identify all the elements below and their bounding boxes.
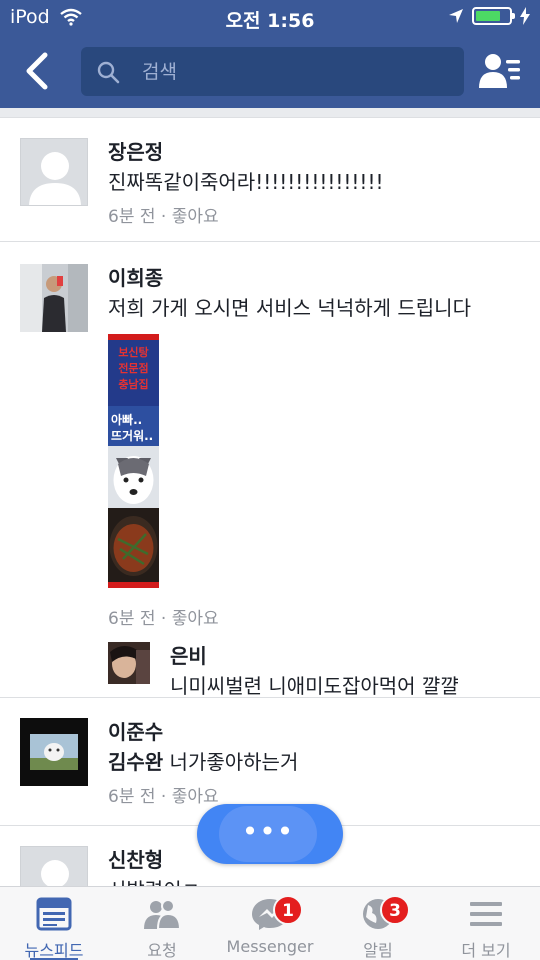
restaurant-banner-image: 보신탕 전문점 충남집 아빠.. 뜨거워.. [108,334,159,588]
bottom-tab-bar: 뉴스피드 요청 1 Messenger 3 알림 더 보기 [0,886,540,960]
default-avatar[interactable] [20,138,88,206]
tab-news-feed[interactable]: 뉴스피드 [0,887,108,960]
notifications-badge: 3 [380,895,410,925]
tab-label: 뉴스피드 [24,941,84,960]
tab-label: Messenger [226,937,314,956]
messenger-badge: 1 [273,895,303,925]
comment-item: 이희종 저희 가게 오시면 서비스 넉넉하게 드립니다 보신탕 전문점 충남집 … [0,242,540,698]
search-box[interactable] [81,47,464,96]
default-profile-icon [41,860,69,886]
profile-photo [20,718,88,786]
meta-separator: · [155,207,172,227]
search-input[interactable] [142,60,422,83]
meta-separator: · [155,787,172,807]
reply-avatar[interactable] [108,642,150,684]
location-arrow-icon [449,9,463,23]
navigation-bar [0,34,540,108]
svg-text:보신탕: 보신탕 [118,345,148,359]
tagged-friend-link[interactable]: 김수완 [108,750,163,774]
comment-meta: 6분 전 · 좋아요 [108,604,219,629]
comment-text: 시발련이ㅋ· [108,874,206,886]
meta-separator: · [155,609,172,629]
svg-text:전문점: 전문점 [118,361,148,375]
menu-icon [470,902,502,926]
back-arrow-icon[interactable] [18,50,58,92]
tab-friend-requests[interactable]: 요청 [108,887,216,960]
comment-text: 진짜똑같이죽어라!!!!!!!!!!!!!!!! [108,170,384,194]
battery-cap [512,13,515,19]
status-right [448,7,530,25]
like-link[interactable]: 좋아요 [172,787,219,807]
comment-time: 6분 전 [108,787,156,807]
comment-meta: 6분 전 · 좋아요 [108,782,219,807]
tab-label: 알림 [363,941,393,960]
comment-item: 장은정 진짜똑같이죽어라!!!!!!!!!!!!!!!! 6분 전 · 좋아요 [0,118,540,242]
commenter-name[interactable]: 장은정 [108,136,163,165]
comments-list[interactable]: 장은정 진짜똑같이죽어라!!!!!!!!!!!!!!!! 6분 전 · 좋아요 … [0,108,540,886]
more-dots-icon: ••• [241,815,295,848]
chat-head-button[interactable]: ••• [197,804,343,864]
comment-text: 김수완 너가좋아하는거 [108,746,298,775]
tab-messenger[interactable]: 1 Messenger [216,887,324,960]
tab-label: 요청 [147,941,177,960]
svg-text:뜨거워..: 뜨거워.. [111,428,153,443]
default-profile-icon [29,152,81,205]
reply-profile-photo [108,642,150,684]
reply-text: 니미씨벌련 니애미도잡아먹어 꺌꺌 [170,674,459,698]
commenter-name[interactable]: 신찬형 [108,844,163,873]
comment-text-body: 너가좋아하는거 [163,750,299,774]
comment-text: 저희 가게 오시면 서비스 넉넉하게 드립니다 [108,296,471,320]
like-link[interactable]: 좋아요 [172,207,219,227]
default-avatar[interactable] [20,846,88,886]
friends-list-icon[interactable] [478,52,522,90]
list-top-divider [0,108,540,118]
user-avatar[interactable] [20,264,88,332]
charging-bolt-icon [520,7,530,25]
battery-level-fill [476,11,500,21]
comment-time: 6분 전 [108,609,156,629]
friend-requests-icon [144,899,182,930]
news-feed-icon [36,897,72,931]
commenter-name[interactable]: 이희종 [108,262,163,291]
chat-head-inner: ••• [219,806,317,862]
comment-time: 6분 전 [108,207,156,227]
svg-text:아빠..: 아빠.. [111,412,142,427]
commenter-name[interactable]: 이준수 [108,716,163,745]
user-avatar[interactable] [20,718,88,786]
status-bar: iPod 오전 1:56 [0,0,540,34]
battery-icon [472,7,515,25]
like-link[interactable]: 좋아요 [172,609,219,629]
top-header: iPod 오전 1:56 [0,0,540,108]
search-icon [97,61,120,83]
reply-author-name[interactable]: 은비 [170,640,207,669]
tab-more[interactable]: 더 보기 [432,887,540,960]
profile-photo [20,264,88,332]
tab-label: 더 보기 [461,941,511,960]
svg-text:충남집: 충남집 [118,377,148,391]
attached-photo[interactable]: 보신탕 전문점 충남집 아빠.. 뜨거워.. [108,334,159,588]
tab-notifications[interactable]: 3 알림 [324,887,432,960]
comment-meta: 6분 전 · 좋아요 [108,202,219,227]
